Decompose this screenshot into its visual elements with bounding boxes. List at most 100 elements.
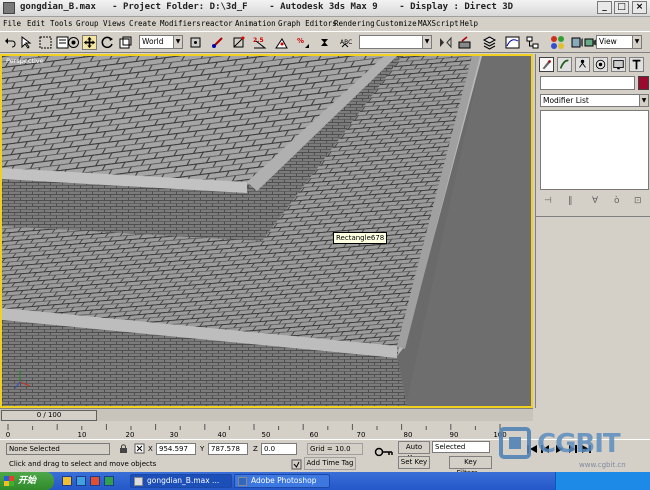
snaps-toggle-icon[interactable]: [231, 35, 246, 50]
rotate-icon[interactable]: [100, 35, 115, 50]
viewport-label[interactable]: Perspective: [6, 57, 44, 65]
menu-group[interactable]: Group: [76, 19, 99, 28]
undo-icon[interactable]: [3, 35, 18, 50]
maximize-button[interactable]: □: [614, 1, 629, 14]
render-type-dropdown[interactable]: View ▼: [596, 35, 642, 49]
utilities-tab-icon[interactable]: [629, 57, 644, 72]
menu-views[interactable]: Views: [103, 19, 126, 28]
menu-edit[interactable]: Edit: [27, 19, 45, 28]
move-icon[interactable]: [82, 35, 97, 50]
show-end-result-icon[interactable]: ‖: [568, 196, 573, 206]
modify-tab-icon[interactable]: [557, 57, 572, 72]
pivot-center-icon[interactable]: [188, 35, 203, 50]
time-tag-icon[interactable]: [291, 459, 302, 470]
menu-reactor[interactable]: reactor: [201, 19, 233, 28]
menu-animation[interactable]: Animation: [235, 19, 276, 28]
minimize-button[interactable]: _: [597, 1, 612, 14]
percent-snap-icon[interactable]: [274, 35, 289, 50]
configure-modifier-sets-icon[interactable]: ⊡: [634, 196, 642, 206]
remove-modifier-icon[interactable]: ò: [614, 196, 620, 206]
auto-key-button[interactable]: Auto Key: [398, 441, 430, 462]
lock-selection-icon[interactable]: [118, 443, 129, 454]
start-button[interactable]: 开始: [0, 472, 54, 490]
absolute-transform-icon[interactable]: [134, 443, 145, 454]
window-title: gongdian_B.max - Project Folder: D:\3d_F…: [20, 2, 514, 12]
set-key-icon[interactable]: [374, 446, 394, 458]
start-label: 开始: [18, 476, 37, 486]
render-scene-icon[interactable]: [569, 35, 584, 50]
track-tick-label: 90: [449, 431, 459, 439]
pin-stack-icon[interactable]: ⊣: [544, 196, 552, 206]
next-frame-icon: [569, 445, 577, 453]
hierarchy-tab-icon[interactable]: [575, 57, 590, 72]
command-panel-tabs: [539, 57, 649, 73]
layer-manager-icon[interactable]: [482, 35, 497, 50]
track-tick-label: 20: [125, 431, 135, 439]
menu-create[interactable]: Create: [129, 19, 156, 28]
time-slider-track[interactable]: 0 / 100: [0, 408, 533, 421]
prompt-line: Click and drag to select and move object…: [9, 460, 157, 468]
taskbar-item-3dsmax[interactable]: gongdian_B.max ...: [130, 474, 232, 488]
object-name-field[interactable]: [540, 76, 635, 90]
schematic-view-icon[interactable]: [525, 35, 540, 50]
3dsmax-icon: [134, 477, 143, 486]
quicklaunch-media-icon[interactable]: [90, 476, 100, 486]
scale-icon[interactable]: [118, 35, 133, 50]
object-tooltip: Rectangle678: [333, 232, 388, 244]
taskbar-item-photoshop[interactable]: Adobe Photoshop: [234, 474, 330, 488]
menu-rendering[interactable]: Rendering: [334, 19, 375, 28]
perspective-viewport[interactable]: Perspective Rectangle678: [0, 54, 533, 408]
x-coordinate-field[interactable]: 954.597: [156, 443, 196, 455]
menu-modifiers[interactable]: Modifiers: [160, 19, 201, 28]
quicklaunch-app-icon[interactable]: [104, 476, 114, 486]
modifier-stack[interactable]: [540, 110, 649, 190]
edit-named-selection-icon[interactable]: ABC: [339, 35, 354, 50]
y-label: Y: [200, 445, 205, 453]
mirror-icon[interactable]: [438, 35, 453, 50]
angle-snap-icon[interactable]: 2.5: [252, 35, 267, 50]
z-coordinate-field[interactable]: 0.0: [261, 443, 297, 455]
menu-tools[interactable]: Tools: [50, 19, 73, 28]
close-button[interactable]: ×: [632, 1, 647, 14]
track-tick-label: 60: [309, 431, 319, 439]
reference-coordinate-dropdown[interactable]: World ▼: [139, 35, 183, 49]
menu-file[interactable]: File: [3, 19, 21, 28]
parameters-rollout-area: [536, 216, 650, 408]
motion-tab-icon[interactable]: [593, 57, 608, 72]
key-mode-dropdown[interactable]: Selected: [432, 441, 490, 453]
render-type-value: View: [599, 37, 617, 46]
named-selection-sets-dropdown[interactable]: ▼: [359, 35, 432, 49]
menu-customize[interactable]: Customize: [376, 19, 417, 28]
add-time-tag-button[interactable]: Add Time Tag: [304, 457, 356, 470]
window-crossing-icon[interactable]: [66, 35, 81, 50]
track-tick-label: 0: [5, 431, 11, 439]
3dsmax-app-icon[interactable]: [3, 2, 15, 14]
select-and-manipulate-icon[interactable]: [210, 35, 225, 50]
title-bar: gongdian_B.max - Project Folder: D:\3d_F…: [0, 0, 650, 17]
select-object-icon[interactable]: [19, 35, 34, 50]
select-region-icon[interactable]: [38, 35, 53, 50]
modifier-list-dropdown[interactable]: Modifier List ▼: [540, 94, 649, 107]
chevron-down-icon: ▼: [632, 36, 641, 48]
object-color-swatch[interactable]: [638, 76, 649, 90]
time-slider[interactable]: 0 / 100: [1, 410, 97, 421]
track-bar[interactable]: 0 10 20 30 40 50 60 70 80 90 100: [0, 421, 533, 439]
material-editor-icon[interactable]: [550, 35, 565, 50]
display-tab-icon[interactable]: [611, 57, 626, 72]
spinner-snap-icon[interactable]: %: [296, 35, 311, 50]
track-tick-label: 100: [493, 431, 507, 439]
key-filters-button[interactable]: Key Filters...: [449, 456, 492, 477]
quicklaunch-desktop-icon[interactable]: [76, 476, 86, 486]
quicklaunch-ie-icon[interactable]: [62, 476, 72, 486]
set-key-button[interactable]: Set Key: [398, 456, 430, 469]
y-coordinate-field[interactable]: 787.578: [208, 443, 248, 455]
menu-help[interactable]: Help: [460, 19, 478, 28]
make-unique-icon[interactable]: ∀: [592, 196, 598, 206]
create-tab-icon[interactable]: [539, 57, 554, 72]
curve-editor-icon[interactable]: [505, 35, 520, 50]
align-icon[interactable]: [457, 35, 472, 50]
menu-graph-editors[interactable]: Graph Editors: [278, 19, 337, 28]
menu-maxscript[interactable]: MAXScript: [418, 19, 459, 28]
spinner-snap-toggle-icon[interactable]: [317, 35, 332, 50]
play-icon: [556, 445, 563, 453]
